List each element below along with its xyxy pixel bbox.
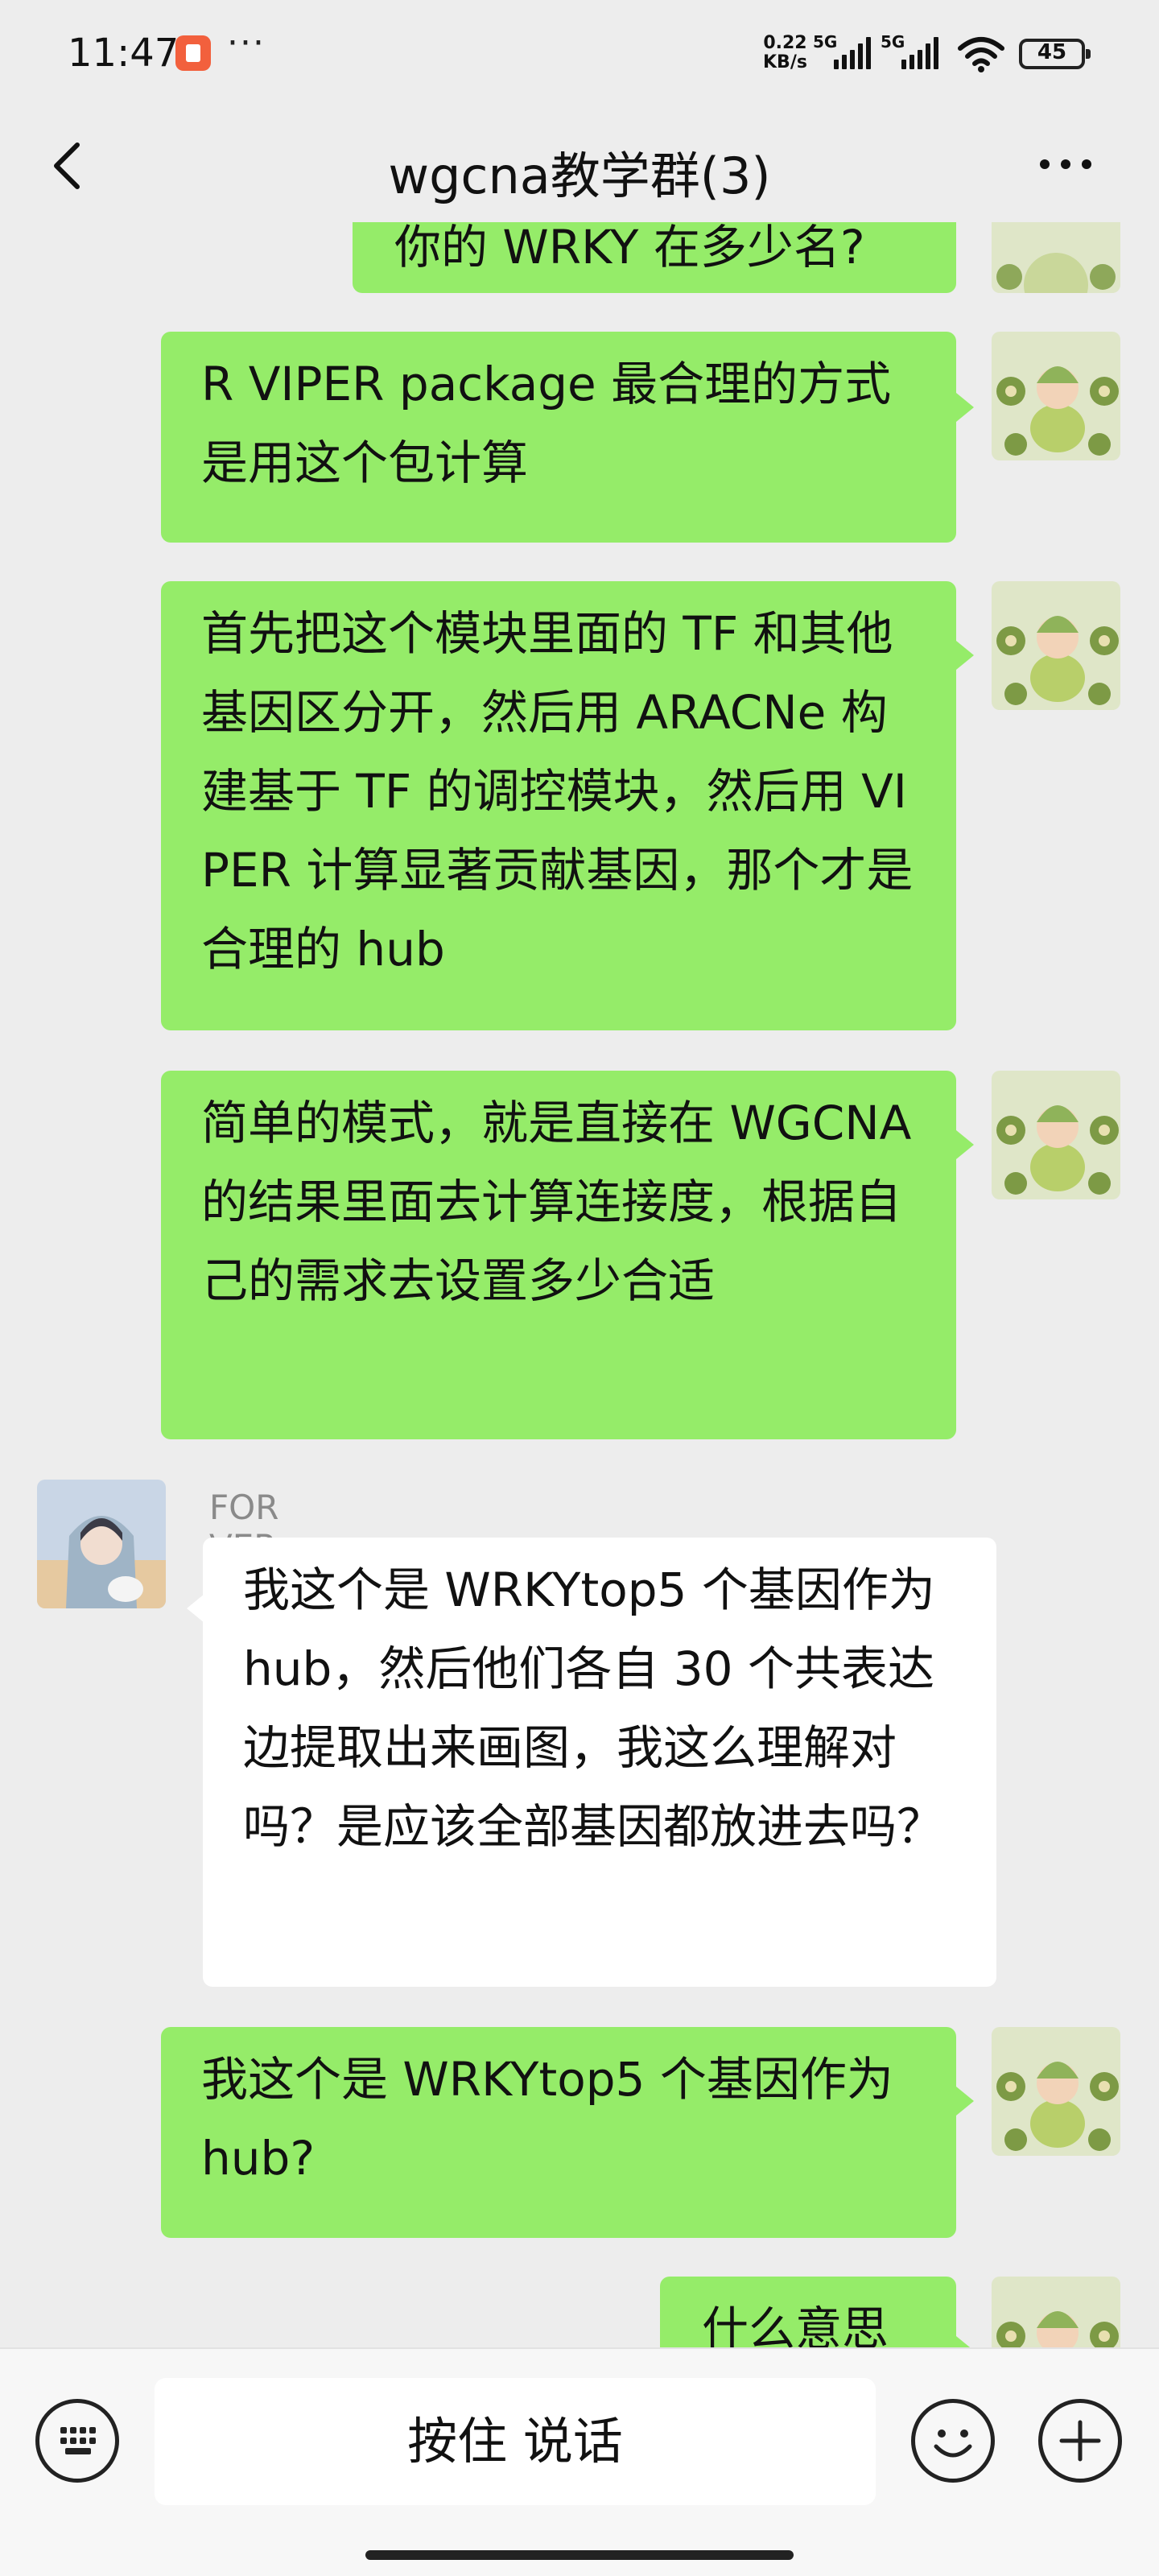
input-bar: 按住 说话 (0, 2347, 1159, 2576)
bubble-tail (956, 641, 974, 670)
network-speed-value: 0.22 (763, 33, 807, 53)
more-icon[interactable] (1033, 148, 1098, 180)
chat-screen: 11:47 ··· 0.22 KB/s 5G 5G 45 wgcna教学群(3)… (0, 0, 1159, 2576)
signal-icon: 5G (813, 32, 874, 69)
signal-icon-2: 5G (881, 32, 945, 69)
avatar[interactable] (992, 581, 1120, 710)
bubble-tail (956, 2336, 974, 2347)
message-text: R VIPER package 最合理的方式是用这个包计算 (201, 357, 892, 490)
hold-to-talk-button[interactable]: 按住 说话 (155, 2378, 876, 2505)
signal-2-label: 5G (881, 32, 905, 52)
emoji-icon[interactable] (911, 2399, 995, 2483)
status-bar: 11:47 ··· 0.22 KB/s 5G 5G 45 (0, 0, 1159, 109)
avatar[interactable] (992, 332, 1120, 460)
keyboard-icon[interactable] (35, 2399, 119, 2483)
chat-title: wgcna教学群(3) (388, 147, 771, 205)
bubble-tail (956, 2087, 974, 2116)
message-text: 什么意思 (702, 2301, 889, 2347)
message-text: 首先把这个模块里面的 TF 和其他基因区分开，然后用 ARACNe 构建基于 T… (201, 606, 914, 976)
battery-level: 45 (1037, 40, 1067, 64)
avatar[interactable] (992, 2027, 1120, 2156)
bubble-tail (956, 1130, 974, 1159)
chat-header: wgcna教学群(3) (0, 109, 1159, 222)
message-text: 简单的模式，就是直接在 WGCNA 的结果里面去计算连接度，根据自己的需求去设置… (201, 1096, 912, 1308)
status-time: 11:47 (68, 31, 179, 76)
network-speed-unit: KB/s (763, 52, 807, 72)
wifi-icon (958, 37, 1004, 72)
signal-1-label: 5G (813, 32, 838, 52)
home-indicator[interactable] (365, 2550, 794, 2560)
message-bubble[interactable]: R VIPER package 最合理的方式是用这个包计算 (161, 332, 956, 543)
network-speed: 0.22 KB/s (763, 34, 807, 72)
message-bubble[interactable]: 我这个是 WRKYtop5 个基因作为 hub，然后他们各自 30 个共表达边提… (203, 1538, 996, 1987)
message-text: 我这个是 WRKYtop5 个基因作为 hub? (201, 2052, 893, 2186)
notification-icon (175, 35, 211, 71)
avatar[interactable] (992, 2277, 1120, 2347)
bubble-tail (956, 393, 974, 422)
message-list[interactable]: 你的 WRKY 在多少名? R VIPER package 最合理的方式是用这个… (0, 222, 1159, 2347)
bubble-tail (187, 1594, 204, 1623)
avatar[interactable] (992, 222, 1120, 293)
status-more-icon: ··· (227, 23, 266, 64)
message-bubble[interactable]: 我这个是 WRKYtop5 个基因作为 hub? (161, 2027, 956, 2238)
message-text: 我这个是 WRKYtop5 个基因作为 hub，然后他们各自 30 个共表达边提… (243, 1563, 944, 1854)
avatar[interactable] (37, 1480, 166, 1608)
message-bubble[interactable]: 首先把这个模块里面的 TF 和其他基因区分开，然后用 ARACNe 构建基于 T… (161, 581, 956, 1030)
avatar[interactable] (992, 1071, 1120, 1199)
message-text: 你的 WRKY 在多少名? (394, 222, 865, 275)
message-bubble[interactable]: 简单的模式，就是直接在 WGCNA 的结果里面去计算连接度，根据自己的需求去设置… (161, 1071, 956, 1439)
plus-icon[interactable] (1038, 2399, 1122, 2483)
battery-icon: 45 (1019, 39, 1091, 69)
message-bubble[interactable]: 你的 WRKY 在多少名? (353, 222, 956, 293)
message-bubble[interactable]: 什么意思 (660, 2277, 956, 2347)
